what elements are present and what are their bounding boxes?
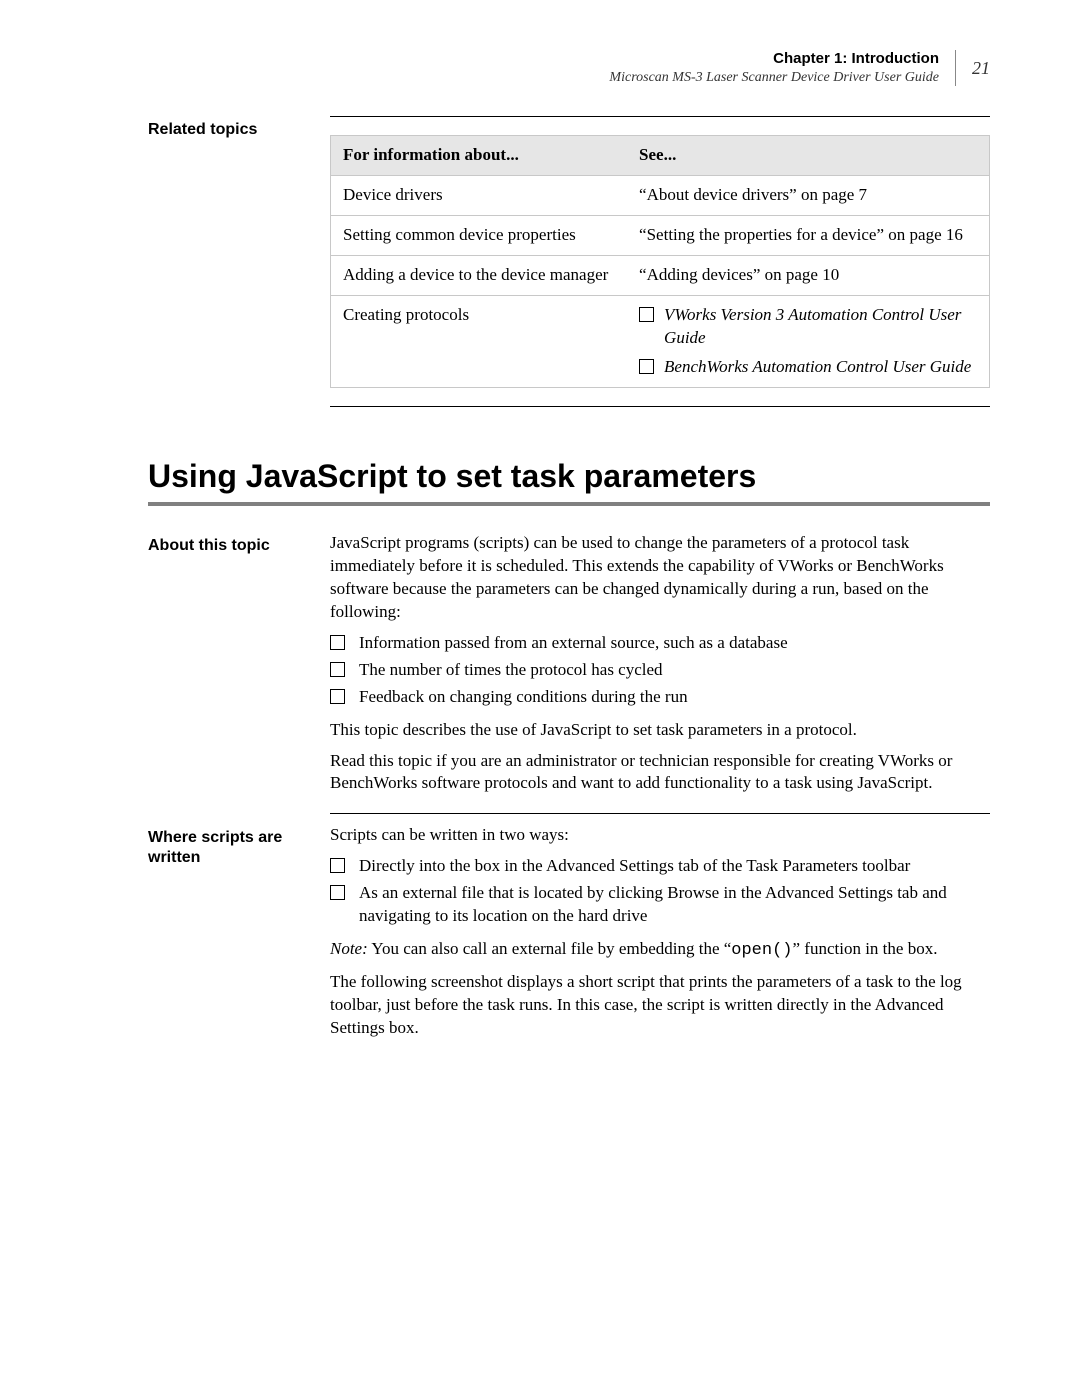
table-cell-about: Setting common device properties xyxy=(331,216,628,256)
rule-top xyxy=(330,116,990,117)
page: Chapter 1: Introduction Microscan MS-3 L… xyxy=(0,0,1080,1397)
checkbox-icon xyxy=(639,307,654,322)
checkbox-icon xyxy=(330,858,345,873)
checkbox-icon xyxy=(330,689,345,704)
page-number: 21 xyxy=(956,56,990,80)
list-item: The number of times the protocol has cyc… xyxy=(330,659,990,682)
list-item: Directly into the box in the Advanced Se… xyxy=(330,855,990,878)
bullet-text: As an external file that is located by c… xyxy=(359,882,990,928)
list-item: BenchWorks Automation Control User Guide xyxy=(639,356,977,379)
note-paragraph: Note: You can also call an external file… xyxy=(330,938,990,963)
table-row: Setting common device properties “Settin… xyxy=(331,216,990,256)
paragraph: JavaScript programs (scripts) can be use… xyxy=(330,532,990,624)
paragraph: This topic describes the use of JavaScri… xyxy=(330,719,990,742)
paragraph: Read this topic if you are an administra… xyxy=(330,750,990,796)
section-related-topics: Related topics For information about... … xyxy=(148,116,990,407)
section-about-topic: About this topic JavaScript programs (sc… xyxy=(148,532,990,824)
table-cell-about: Device drivers xyxy=(331,176,628,216)
note-text-pre: You can also call an external file by em… xyxy=(368,939,732,958)
table-row: Adding a device to the device manager “A… xyxy=(331,256,990,296)
running-header: Chapter 1: Introduction Microscan MS-3 L… xyxy=(148,50,990,86)
table-cell-see: “Adding devices” on page 10 xyxy=(627,256,989,296)
inline-code: open() xyxy=(731,941,792,960)
table-cell-see: VWorks Version 3 Automation Control User… xyxy=(627,296,989,388)
list-item: VWorks Version 3 Automation Control User… xyxy=(639,304,977,350)
section-rule xyxy=(330,813,990,814)
table-cell-see: “About device drivers” on page 7 xyxy=(627,176,989,216)
side-heading-related-topics: Related topics xyxy=(148,120,320,140)
bullet-text: Directly into the box in the Advanced Se… xyxy=(359,855,910,878)
guide-title: VWorks Version 3 Automation Control User… xyxy=(664,304,977,350)
paragraph: The following screenshot displays a shor… xyxy=(330,971,990,1040)
section-heading: Using JavaScript to set task parameters xyxy=(148,455,990,498)
section-where-written: Where scripts are written Scripts can be… xyxy=(148,824,990,1048)
chapter-label: Chapter 1: Introduction xyxy=(609,50,939,69)
list-item: Feedback on changing conditions during t… xyxy=(330,686,990,709)
paragraph: Scripts can be written in two ways: xyxy=(330,824,990,847)
table-cell-about: Adding a device to the device manager xyxy=(331,256,628,296)
checkbox-icon xyxy=(639,359,654,374)
table-cell-see: “Setting the properties for a device” on… xyxy=(627,216,989,256)
heading-rule xyxy=(148,502,990,506)
checkbox-icon xyxy=(330,885,345,900)
bullet-text: Information passed from an external sour… xyxy=(359,632,788,655)
rule-bottom xyxy=(330,406,990,407)
running-header-text: Chapter 1: Introduction Microscan MS-3 L… xyxy=(609,50,956,86)
table-header-about: For information about... xyxy=(331,136,628,176)
side-heading-about-topic: About this topic xyxy=(148,536,320,556)
doc-title: Microscan MS-3 Laser Scanner Device Driv… xyxy=(609,69,939,87)
guide-title: BenchWorks Automation Control User Guide xyxy=(664,356,971,379)
table-header-see: See... xyxy=(627,136,989,176)
table-row: Creating protocols VWorks Version 3 Auto… xyxy=(331,296,990,388)
table-row: Device drivers “About device drivers” on… xyxy=(331,176,990,216)
note-text-post: ” function in the box. xyxy=(793,939,938,958)
bullet-text: The number of times the protocol has cyc… xyxy=(359,659,663,682)
bullet-text: Feedback on changing conditions during t… xyxy=(359,686,688,709)
list-item: As an external file that is located by c… xyxy=(330,882,990,928)
note-label: Note: xyxy=(330,939,368,958)
related-topics-table: For information about... See... Device d… xyxy=(330,135,990,388)
checkbox-icon xyxy=(330,662,345,677)
side-heading-where-written: Where scripts are written xyxy=(148,828,320,868)
list-item: Information passed from an external sour… xyxy=(330,632,990,655)
checkbox-icon xyxy=(330,635,345,650)
table-cell-about: Creating protocols xyxy=(331,296,628,388)
